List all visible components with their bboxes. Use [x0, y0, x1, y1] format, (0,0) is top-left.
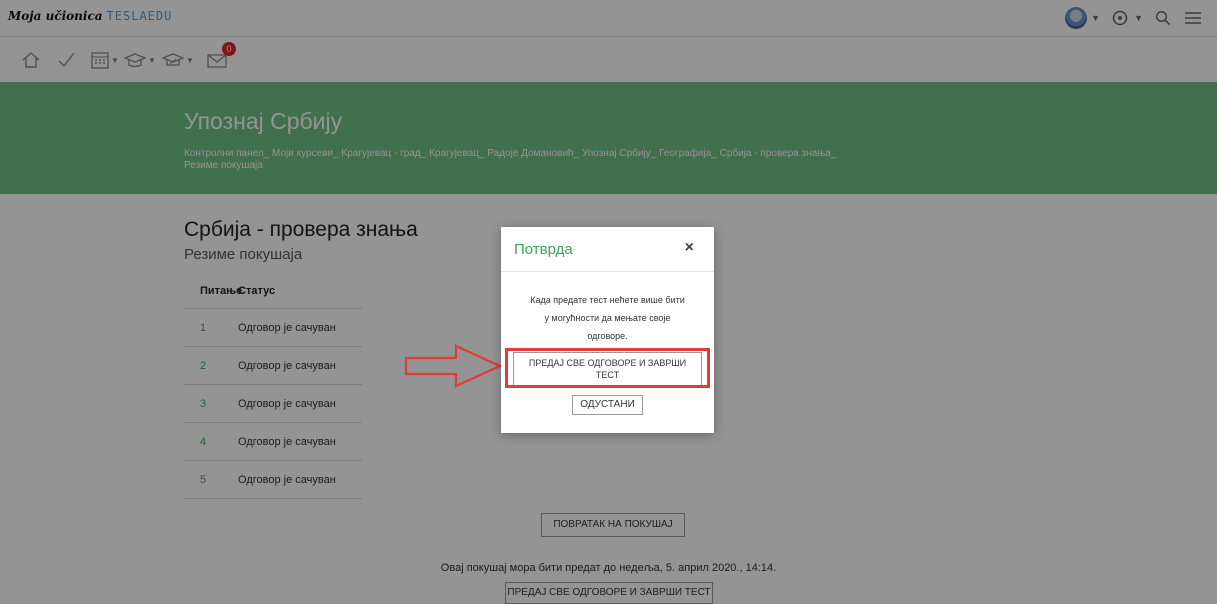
dialog-header: Потврда × [501, 227, 714, 272]
dialog-title: Потврда [514, 241, 573, 258]
dialog-message: Када предате тест нећете више бити у мог… [511, 291, 704, 345]
message-line: Када предате тест нећете више бити [530, 295, 685, 305]
close-icon[interactable]: × [685, 239, 694, 257]
cancel-button[interactable]: ОДУСТАНИ [572, 395, 643, 415]
highlight-box [505, 348, 710, 388]
confirmation-dialog: Потврда × Када предате тест нећете више … [501, 227, 714, 433]
message-line: у могућности да мењате своје [544, 313, 671, 323]
message-line: одговоре. [587, 331, 628, 341]
arrow-right-icon [404, 344, 503, 388]
page: Moja učionica TESLAEDU ▼ ▼ ▼ ▼ ▼ 0 Упозн… [0, 0, 1217, 604]
